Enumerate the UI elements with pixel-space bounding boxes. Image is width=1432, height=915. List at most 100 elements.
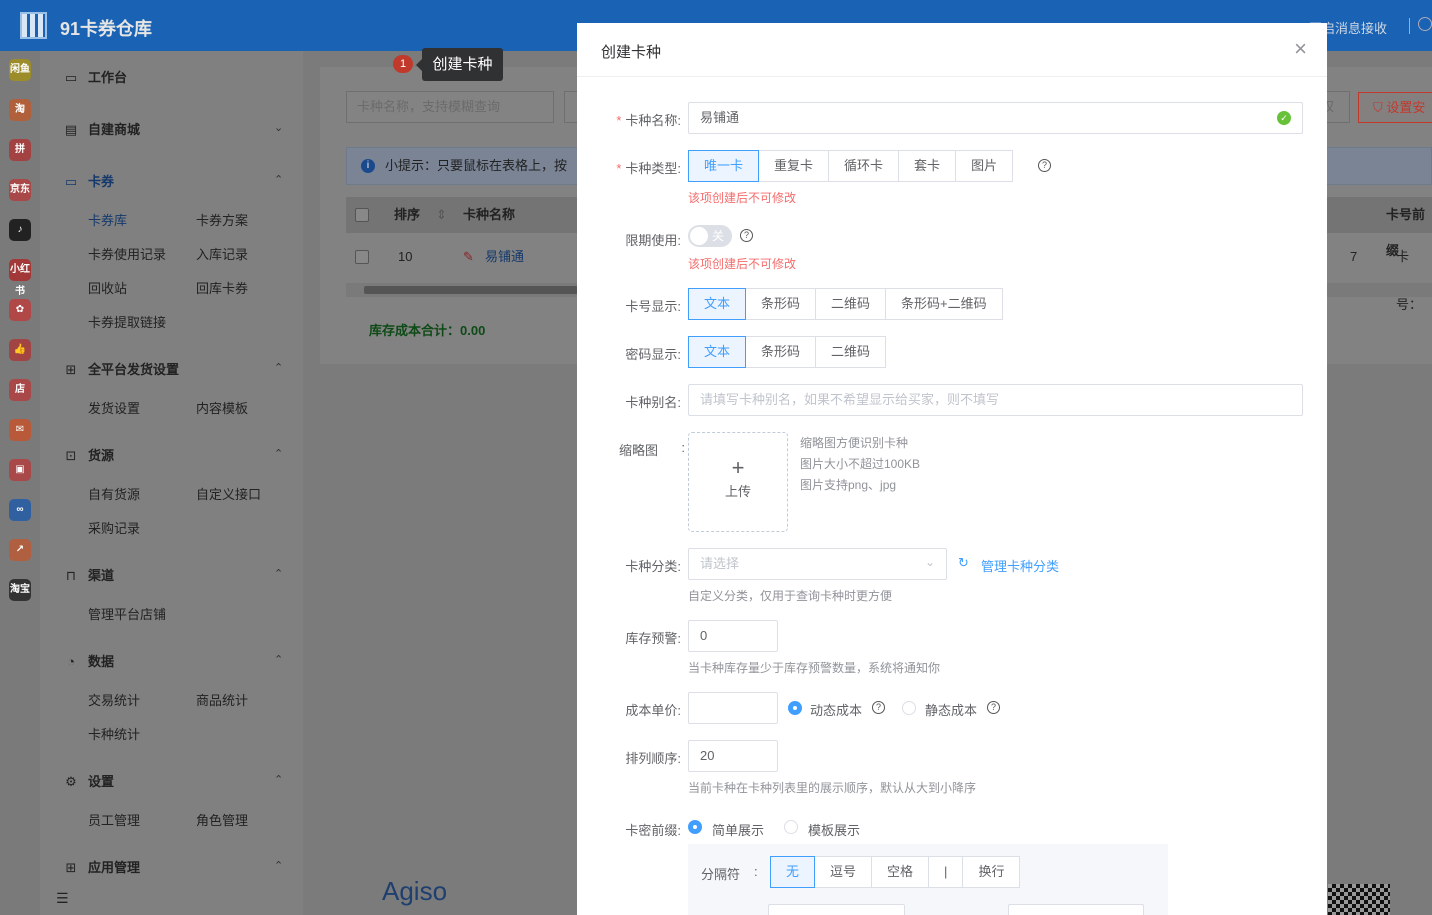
refresh-icon[interactable]: ↻ — [958, 555, 969, 571]
platform-icon[interactable]: 👍 — [9, 339, 31, 361]
card-name-input[interactable]: 易铺通 — [688, 102, 1303, 134]
label-text: 卡种类型: — [625, 161, 681, 176]
radio-static[interactable] — [902, 701, 916, 715]
nav-purchase[interactable]: 采购记录 — [88, 518, 140, 537]
nav-staff[interactable]: 员工管理 — [88, 810, 140, 829]
sep-space[interactable]: 空格 — [871, 856, 930, 888]
nav-settings[interactable]: ⚙ 设置 — [64, 771, 114, 790]
nav-coupon-usage[interactable]: 卡券使用记录 — [88, 244, 166, 263]
platform-icon[interactable]: 店 — [9, 379, 31, 401]
nav-delivery[interactable]: ⊞ 全平台发货设置 — [64, 359, 179, 378]
type-unique[interactable]: 唯一卡 — [688, 150, 760, 182]
nav-roles[interactable]: 角色管理 — [196, 810, 248, 829]
sep-newline[interactable]: 换行 — [962, 856, 1021, 888]
static-label[interactable]: 静态成本 — [925, 700, 977, 719]
pwd-qrcode[interactable]: 二维码 — [815, 336, 887, 368]
platform-icon[interactable]: ↗ — [9, 539, 31, 561]
display-qrcode[interactable]: 二维码 — [815, 288, 887, 320]
display-both[interactable]: 条形码+二维码 — [885, 288, 1003, 320]
type-set[interactable]: 套卡 — [898, 150, 957, 182]
nav-channel[interactable]: ⊓ 渠道 — [64, 565, 114, 584]
sep-comma[interactable]: 逗号 — [814, 856, 873, 888]
category-select[interactable]: 请选择 — [688, 548, 947, 580]
close-icon[interactable]: × — [1294, 37, 1307, 61]
manage-category-link[interactable]: 管理卡种分类 — [981, 556, 1059, 575]
platform-icon[interactable]: 京东 — [9, 179, 31, 201]
platform-icon[interactable]: ✉ — [9, 419, 31, 441]
security-settings-button[interactable]: ⛉ 设置安 — [1358, 92, 1432, 123]
grid-icon: ⊞ — [65, 362, 77, 377]
nav-content-template[interactable]: 内容模板 — [196, 398, 248, 417]
nav-own-source[interactable]: 自有货源 — [88, 484, 140, 503]
alias-input[interactable]: 请填写卡种别名，如果不希望显示给买家，则不填写 — [688, 384, 1303, 416]
radio-template[interactable] — [784, 820, 798, 834]
prefix-select-1[interactable] — [768, 904, 905, 915]
platform-icon[interactable]: 拼 — [9, 139, 31, 161]
radio-dynamic[interactable] — [788, 701, 802, 715]
nav-extract-link[interactable]: 卡券提取链接 — [88, 312, 166, 331]
platform-icon[interactable]: ▣ — [9, 459, 31, 481]
col-order[interactable]: 排序 — [394, 197, 420, 233]
sep-pipe[interactable]: | — [928, 856, 964, 888]
nav-trade-stats[interactable]: 交易统计 — [88, 690, 140, 709]
platform-icon[interactable]: 闲鱼 — [9, 59, 31, 81]
display-barcode[interactable]: 条形码 — [745, 288, 817, 320]
dynamic-label[interactable]: 动态成本 — [810, 700, 862, 719]
row-checkbox[interactable] — [355, 250, 369, 264]
sort-icon[interactable]: ⇕ — [436, 197, 447, 233]
pwd-barcode[interactable]: 条形码 — [745, 336, 817, 368]
nav-data[interactable]: ◔ 数据 — [64, 651, 114, 670]
platform-icon[interactable]: 淘宝 — [9, 579, 31, 601]
platform-icon[interactable]: ∞ — [9, 499, 31, 521]
platform-icon[interactable]: 小红书 — [9, 259, 31, 297]
display-text[interactable]: 文本 — [688, 288, 747, 320]
radio-simple[interactable] — [688, 820, 702, 834]
template-label[interactable]: 模板展示 — [808, 820, 860, 839]
search-input[interactable]: 卡种名称，支持模糊查询 — [346, 91, 554, 123]
nav-coupon-library[interactable]: 卡券库 — [88, 210, 127, 229]
nav-stock-in[interactable]: 入库记录 — [196, 244, 248, 263]
type-loop[interactable]: 循环卡 — [828, 150, 900, 182]
nav-recycle[interactable]: 回收站 — [88, 278, 127, 297]
type-repeat[interactable]: 重复卡 — [758, 150, 830, 182]
sort-input[interactable]: 20 — [688, 740, 778, 772]
collapse-menu-icon[interactable]: ☰ — [56, 890, 69, 907]
chevron-up-icon: ⌃ — [274, 654, 284, 666]
platform-icon[interactable]: ♪ — [9, 219, 31, 241]
row-name-link[interactable]: 易铺通 — [485, 233, 524, 281]
nav-coupon[interactable]: ▭ 卡券 — [64, 171, 114, 190]
nav-custom-api[interactable]: 自定义接口 — [196, 484, 261, 503]
sep-none[interactable]: 无 — [770, 856, 816, 888]
nav-workbench[interactable]: ▭ 工作台 — [64, 67, 127, 86]
upload-box[interactable]: + 上传 — [688, 432, 788, 532]
nav-goods-stats[interactable]: 商品统计 — [196, 690, 248, 709]
nav-card-stats[interactable]: 卡种统计 — [88, 724, 140, 743]
simple-label[interactable]: 简单展示 — [712, 820, 764, 839]
platform-icon[interactable]: 淘 — [9, 99, 31, 121]
nav-delivery-settings[interactable]: 发货设置 — [88, 398, 140, 417]
question-icon[interactable]: ? — [987, 701, 1000, 714]
nav-source[interactable]: ⊡ 货源 — [64, 445, 114, 464]
prefix-select-2[interactable] — [1008, 904, 1144, 915]
nav-return-coupon[interactable]: 回库卡券 — [196, 278, 248, 297]
question-icon[interactable]: ? — [872, 701, 885, 714]
question-icon[interactable]: ? — [740, 229, 753, 242]
help-icon[interactable] — [1418, 17, 1432, 31]
select-all-checkbox[interactable] — [355, 208, 369, 222]
row-num: 7 — [1350, 249, 1358, 264]
sidebar: ▭ 工作台 ▤ 自建商城 ⌄ ▭ 卡券 ⌃ 卡券库 卡券方案 卡券使用记录 入库记录 … — [40, 51, 303, 915]
question-icon[interactable]: ? — [1038, 159, 1051, 172]
stock-warning-input[interactable]: 0 — [688, 620, 778, 652]
type-image[interactable]: 图片 — [955, 150, 1014, 182]
edit-icon[interactable]: ✎ — [463, 233, 474, 281]
nav-mall[interactable]: ▤ 自建商城 — [64, 119, 140, 138]
nav-coupon-plan[interactable]: 卡券方案 — [196, 210, 248, 229]
scroll-thumb[interactable] — [364, 286, 578, 294]
cost-input[interactable] — [688, 692, 778, 724]
pwd-text[interactable]: 文本 — [688, 336, 747, 368]
nav-apps[interactable]: ⊞ 应用管理 — [64, 857, 140, 876]
limit-switch[interactable]: 关 — [688, 225, 732, 247]
apps-icon: ⊞ — [65, 860, 77, 875]
platform-icon[interactable]: ✿ — [9, 299, 31, 321]
nav-shops[interactable]: 管理平台店铺 — [88, 604, 166, 623]
